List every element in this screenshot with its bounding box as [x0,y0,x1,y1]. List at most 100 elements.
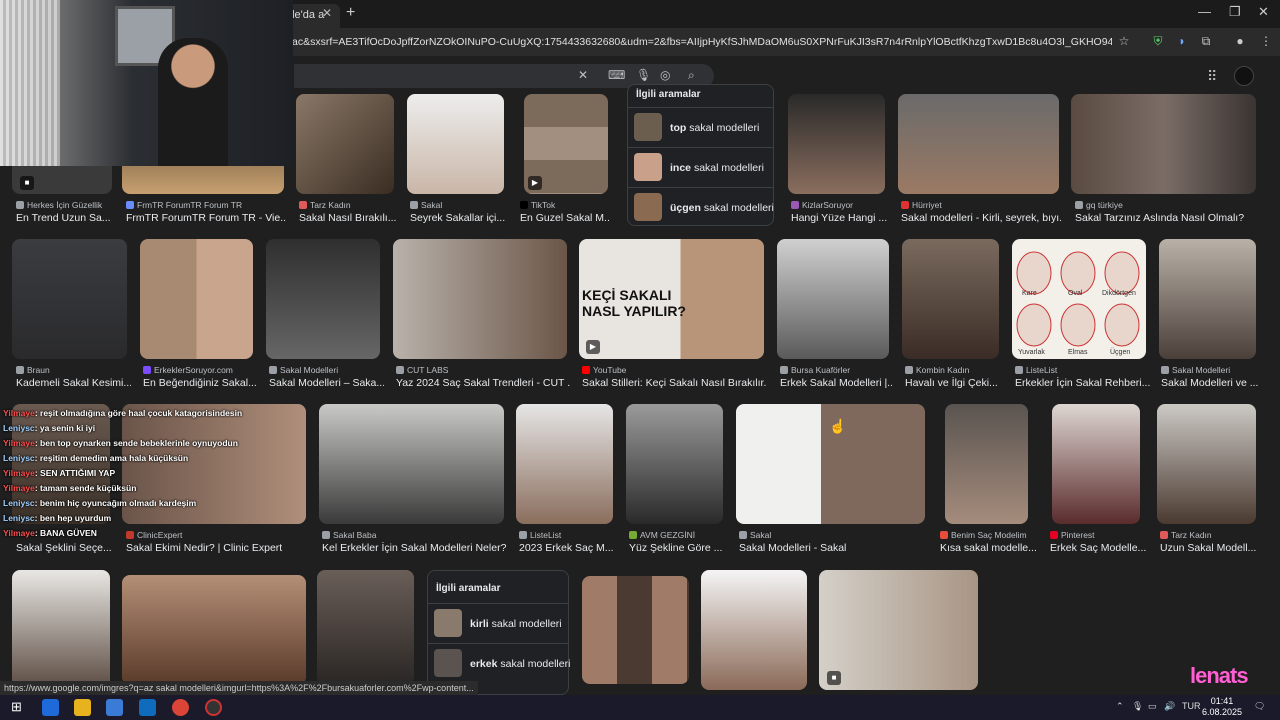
image-title[interactable]: Erkekler İçin Sakal Rehberi... [1015,377,1150,389]
bookmark-star-icon[interactable]: ☆ [1116,34,1132,50]
image-thumbnail[interactable] [788,94,885,194]
clock[interactable]: 01:41 6.08.2025 [1202,696,1242,718]
shield-extension-icon[interactable]: ⛨ [1150,34,1166,50]
image-title[interactable]: Hangi Yüze Hangi ... [791,212,891,224]
microphone-icon[interactable]: 🎙 [1132,701,1143,712]
image-thumbnail[interactable] [902,239,999,359]
notifications-icon[interactable]: 🗨 [1254,701,1265,712]
chrome-icon[interactable] [172,699,189,716]
outlook-icon[interactable] [139,699,156,716]
related-search-item[interactable]: üçgen sakal modelleri [628,187,774,227]
image-thumbnail[interactable] [1052,404,1140,524]
image-title[interactable]: Kısa sakal modelle... [940,542,1040,554]
volume-icon[interactable]: 🔊 [1164,701,1175,712]
extensions-puzzle-icon[interactable]: ⧉ [1198,34,1214,50]
shape-label: Dikdörtgen [1102,290,1136,297]
related-search-item[interactable]: ince sakal modelleri [628,147,773,187]
menu-icon[interactable]: ⋮ [1258,34,1274,50]
file-explorer-icon[interactable] [74,699,91,716]
search-icon[interactable]: ⌕ [688,68,695,83]
image-thumbnail[interactable] [1071,94,1256,194]
image-thumbnail[interactable] [140,239,253,359]
extension-icon[interactable]: ◗ [1174,34,1190,50]
network-icon[interactable]: ▭ [1148,701,1157,712]
image-thumbnail[interactable] [12,239,127,359]
image-source: Sakal [739,530,929,540]
clear-icon[interactable]: ✕ [578,68,588,82]
image-title[interactable]: Havalı ve İlgi Çeki... [905,377,1005,389]
image-thumbnail[interactable] [945,404,1028,524]
image-title[interactable]: Sakal modelleri - Kirli, seyrek, bıyı... [901,212,1061,224]
image-title[interactable]: Erkek Sakal Modelleri |... [780,377,892,389]
avatar[interactable] [1234,66,1254,86]
image-thumbnail[interactable] [819,570,978,690]
thumbnail-caption: KEÇİ SAKALI NASL YAPILIR? [582,287,686,319]
image-title[interactable]: Sakal Modelleri - Sakal [739,542,929,554]
profile-icon[interactable]: ● [1232,34,1248,50]
image-source: ListeList [519,530,619,540]
minimize-icon[interactable]: — [1198,4,1211,19]
image-thumbnail[interactable] [407,94,504,194]
image-source: Bursa Kuaförler [780,365,892,375]
image-thumbnail[interactable] [777,239,889,359]
image-thumbnail[interactable] [266,239,380,359]
image-title[interactable]: En Beğendiğiniz Sakal... [143,377,258,389]
image-title[interactable]: Sakal Modelleri – Saka... [269,377,384,389]
image-thumbnail[interactable] [122,575,306,685]
related-search-item[interactable]: erkek sakal modelleri [428,643,570,683]
image-title[interactable]: Erkek Saç Modelle... [1050,542,1150,554]
related-search-item[interactable]: top sakal modelleri [628,107,773,147]
image-title[interactable]: Kademeli Sakal Kesimi... [16,377,131,389]
windows-start-icon[interactable]: ⊞ [8,699,25,716]
store-icon[interactable] [106,699,123,716]
image-title[interactable]: Sakal Ekimi Nedir? | Clinic Expert [126,542,306,554]
face-shapes-thumbnail[interactable]: Kare Oval Dikdörtgen Yuvarlak Elmas Üçge… [1012,239,1146,359]
image-title[interactable]: Sakal Şeklini Seçe... [16,542,126,554]
tray-chevron-icon[interactable]: ⌃ [1116,701,1124,712]
language-indicator[interactable]: TUR [1182,701,1201,711]
image-title[interactable]: Seyrek Sakallar içi... [410,212,510,224]
image-thumbnail[interactable]: KEÇİ SAKALI NASL YAPILIR? [579,239,764,359]
image-thumbnail[interactable] [1159,239,1256,359]
close-window-icon[interactable]: ✕ [1258,4,1269,20]
webcam-overlay [0,0,293,166]
image-thumbnail[interactable] [582,576,689,684]
related-search-item[interactable]: kirli sakal modelleri [428,603,568,643]
keyboard-icon[interactable]: ⌨ [608,68,625,82]
shape-label: Elmas [1068,349,1088,356]
image-source: FrmTR ForumTR Forum TR [126,200,286,210]
address-bar[interactable]: ac&sxsrf=AE3TifOcDoJpffZorNZOkOINuPO-CuU… [292,32,1112,52]
mic-icon[interactable]: 🎙 [636,68,651,82]
new-tab-icon[interactable]: + [346,4,355,22]
image-title[interactable]: En Guzel Sakal M... [520,212,610,224]
image-title[interactable]: Yaz 2024 Saç Sakal Trendleri - CUT ... [396,377,571,389]
image-thumbnail[interactable] [516,404,613,524]
image-thumbnail[interactable] [1157,404,1256,524]
lens-icon[interactable]: ◎ [660,68,670,82]
edge-icon[interactable] [42,699,59,716]
image-title[interactable]: Sakal Stilleri: Keçi Sakalı Nasıl Bırakı… [582,377,767,389]
restore-icon[interactable]: ❐ [1229,4,1241,20]
image-title[interactable]: Sakal Nasıl Bırakılı... [299,212,399,224]
apps-grid-icon[interactable]: ⠿ [1207,68,1217,85]
image-thumbnail[interactable] [626,404,723,524]
image-title[interactable]: En Trend Uzun Sa... [16,212,116,224]
image-thumbnail[interactable] [393,239,567,359]
chat-message: Leniysc: benim hiç oyuncağım olmadı kard… [3,498,197,508]
close-tab-icon[interactable]: ✕ [322,6,332,20]
image-source: Sakal Modelleri [1161,365,1258,375]
image-title[interactable]: Sakal Tarzınız Aslında Nasıl Olmalı? [1075,212,1255,224]
image-title[interactable]: Uzun Sakal Modell... [1160,542,1258,554]
image-thumbnail[interactable] [898,94,1059,194]
image-thumbnail[interactable] [319,404,504,524]
image-thumbnail[interactable] [12,570,110,690]
image-thumbnail[interactable] [317,570,414,685]
image-title[interactable]: Kel Erkekler İçin Sakal Modelleri Neler? [322,542,507,554]
image-title[interactable]: Yüz Şekline Göre ... [629,542,729,554]
obs-icon[interactable] [205,699,222,716]
image-title[interactable]: FrmTR ForumTR Forum TR - Vie... [126,212,286,224]
image-title[interactable]: 2023 Erkek Saç M... [519,542,619,554]
image-thumbnail[interactable] [296,94,394,194]
image-title[interactable]: Sakal Modelleri ve ... [1161,377,1258,389]
image-thumbnail[interactable] [701,570,807,690]
